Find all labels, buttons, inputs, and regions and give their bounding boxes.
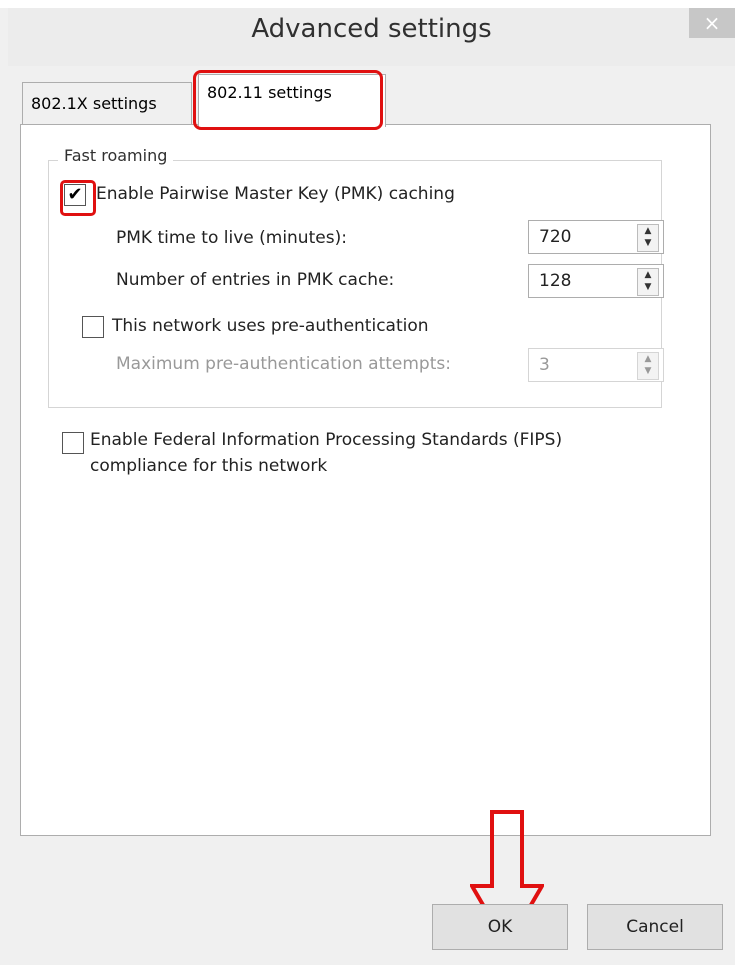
preauth-attempts-value: 3 [539,355,550,375]
pmk-entries-spinbox[interactable]: 128 ▲ ▼ [528,264,664,298]
spin-arrows-icon[interactable]: ▲ ▼ [637,224,659,252]
fast-roaming-title: Fast roaming [58,146,174,165]
close-button[interactable]: × [689,8,735,38]
tab-annotation-box [193,70,383,130]
preauth-attempts-label: Maximum pre-authentication attempts: [116,354,451,374]
fips-label-line1: Enable Federal Information Processing St… [90,430,563,450]
spin-arrows-icon[interactable]: ▲ ▼ [637,268,659,296]
checkbox-annotation-box [60,180,96,216]
background-window [0,0,735,8]
preauth-checkbox[interactable] [82,316,104,338]
dialog-titlebar: Advanced settings × [8,8,735,66]
pmk-entries-label: Number of entries in PMK cache: [116,270,395,290]
preauth-label: This network uses pre-authentication [112,316,429,336]
pmk-caching-label: Enable Pairwise Master Key (PMK) caching [96,184,455,204]
fips-label-line2: compliance for this network [90,456,328,476]
preauth-attempts-spinbox[interactable]: 3 ▲ ▼ [528,348,664,382]
spin-arrows-icon[interactable]: ▲ ▼ [637,352,659,380]
pmk-ttl-spinbox[interactable]: 720 ▲ ▼ [528,220,664,254]
pmk-ttl-value: 720 [539,227,572,247]
pmk-ttl-label: PMK time to live (minutes): [116,228,347,248]
dialog-title: Advanced settings [251,14,492,44]
ok-button[interactable]: OK [432,904,568,950]
fips-checkbox[interactable] [62,432,84,454]
cancel-button[interactable]: Cancel [587,904,723,950]
pmk-entries-value: 128 [539,271,572,291]
tab-802-1x-settings[interactable]: 802.1X settings [22,82,192,125]
close-icon: × [703,11,721,35]
